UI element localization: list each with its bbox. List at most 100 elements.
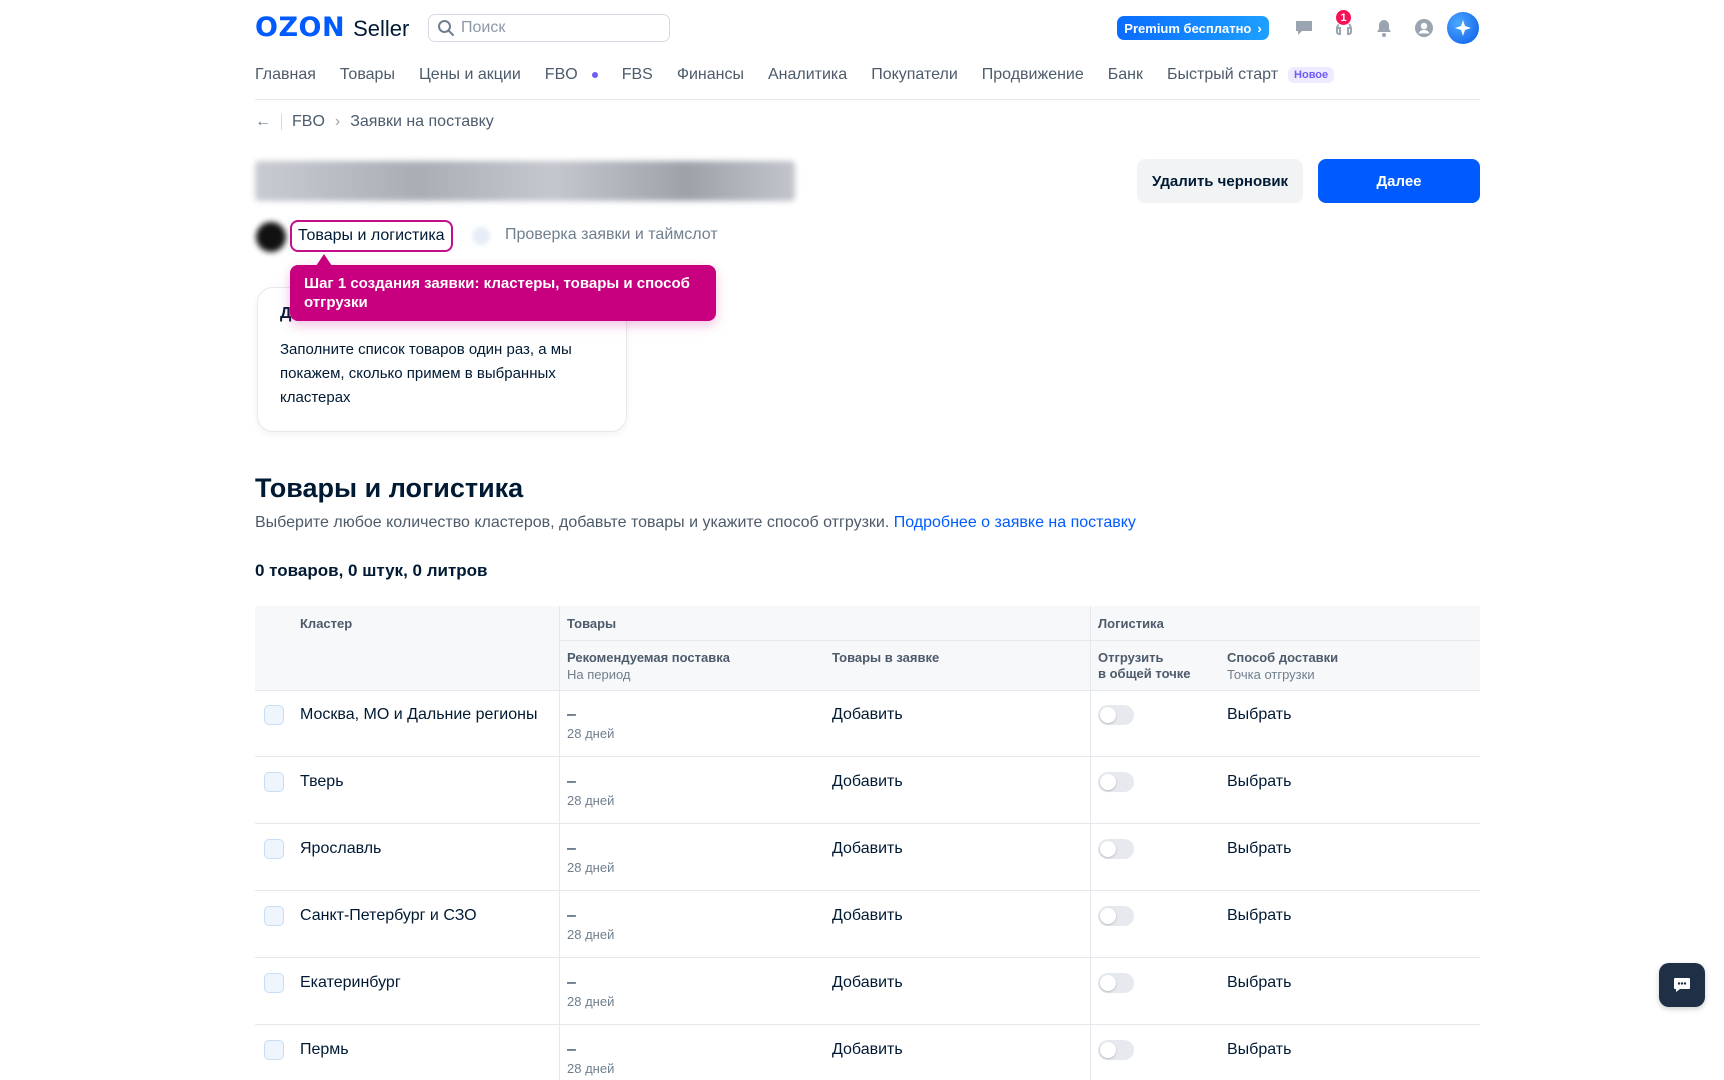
row-cluster-name: Санкт-Петербург и СЗО: [300, 907, 477, 924]
header-divider: [559, 640, 1480, 641]
nav-item-fbo[interactable]: FBO: [545, 66, 598, 84]
breadcrumb-current: Заявки на поставку: [350, 113, 494, 130]
sparkle-icon: [1455, 20, 1471, 36]
th-ship-common-1: Отгрузить: [1098, 650, 1164, 665]
support-badge: 1: [1335, 9, 1352, 26]
nav-item-promotion[interactable]: Продвижение: [982, 66, 1084, 84]
row-add-goods-button[interactable]: Добавить: [832, 706, 903, 724]
th-delivery: Способ доставки: [1227, 650, 1339, 665]
nav-divider: [255, 99, 1480, 100]
nav-item-buyers[interactable]: Покупатели: [871, 66, 958, 84]
row-add-goods-button[interactable]: Добавить: [832, 840, 903, 858]
th-cluster: Кластер: [300, 616, 353, 631]
logo-product: Seller: [353, 16, 410, 41]
nav-item-products[interactable]: Товары: [340, 66, 395, 84]
premium-label: Premium бесплатно: [1124, 20, 1252, 36]
messages-icon[interactable]: [1292, 16, 1316, 40]
table-row: [255, 825, 1480, 891]
row-choose-delivery-button[interactable]: Выбрать: [1227, 773, 1291, 791]
th-in-request: Товары в заявке: [832, 650, 940, 665]
step-1-label[interactable]: Товары и логистика: [290, 220, 453, 252]
row-choose-delivery-button[interactable]: Выбрать: [1227, 974, 1291, 992]
table-row: [255, 892, 1480, 958]
table-row: [255, 691, 1480, 757]
th-logistics: Логистика: [1098, 616, 1164, 631]
row-recommended-value: –: [567, 1041, 576, 1058]
premium-button[interactable]: Premium бесплатно ›: [1117, 16, 1269, 40]
row-add-goods-button[interactable]: Добавить: [832, 773, 903, 791]
nav-item-fbs[interactable]: FBS: [622, 66, 653, 84]
row-period: 28 дней: [567, 994, 615, 1009]
page-title-blurred: [255, 161, 795, 201]
chat-icon: [1674, 978, 1690, 992]
chat-button[interactable]: [1659, 963, 1705, 1007]
row-checkbox[interactable]: [264, 1040, 284, 1060]
table-row: [255, 959, 1480, 1025]
nav-item-quick-start[interactable]: Быстрый старт Новое: [1167, 66, 1335, 84]
row-cluster-name: Пермь: [300, 1041, 349, 1058]
row-choose-delivery-button[interactable]: Выбрать: [1227, 907, 1291, 925]
info-card-text: Заполните список товаров один раз, а мы …: [280, 341, 572, 406]
th-recommended-sub: На период: [567, 667, 631, 682]
nav-item-fbo-label: FBO: [544, 66, 578, 83]
step-2-label[interactable]: Проверка заявки и таймслот: [505, 226, 718, 244]
row-ship-common-toggle[interactable]: [1098, 906, 1134, 926]
section-description-text: Выберите любое количество кластеров, доб…: [255, 514, 890, 531]
row-checkbox[interactable]: [264, 839, 284, 859]
row-cluster-name: Ярославль: [300, 840, 382, 857]
row-period: 28 дней: [567, 726, 615, 741]
nav-item-bank[interactable]: Банк: [1108, 66, 1143, 84]
row-add-goods-button[interactable]: Добавить: [832, 974, 903, 992]
row-ship-common-toggle[interactable]: [1098, 973, 1134, 993]
row-recommended-value: –: [567, 840, 576, 857]
search-icon: [438, 20, 454, 36]
fbo-indicator-dot: [591, 72, 598, 78]
nav-item-finance[interactable]: Финансы: [677, 66, 744, 84]
chevron-right-icon: ›: [334, 113, 341, 130]
table-row: [255, 758, 1480, 824]
row-period: 28 дней: [567, 927, 615, 942]
nav-item-prices[interactable]: Цены и акции: [419, 66, 521, 84]
row-period: 28 дней: [567, 793, 615, 808]
breadcrumb-separator: [281, 114, 282, 130]
row-cluster-name: Тверь: [300, 773, 344, 790]
row-checkbox[interactable]: [264, 772, 284, 792]
onboarding-tooltip: Шаг 1 создания заявки: кластеры, товары …: [290, 265, 716, 321]
th-goods: Товары: [567, 616, 617, 631]
row-add-goods-button[interactable]: Добавить: [832, 1041, 903, 1059]
row-ship-common-toggle[interactable]: [1098, 839, 1134, 859]
new-badge: Новое: [1288, 67, 1335, 83]
row-ship-common-toggle[interactable]: [1098, 705, 1134, 725]
row-ship-common-toggle[interactable]: [1098, 1040, 1134, 1060]
breadcrumb-parent[interactable]: FBO: [292, 113, 325, 131]
nav-item-home[interactable]: Главная: [255, 66, 316, 84]
row-choose-delivery-button[interactable]: Выбрать: [1227, 706, 1291, 724]
logo-brand: OZON: [255, 12, 346, 43]
step-1-indicator: [256, 222, 286, 252]
row-ship-common-toggle[interactable]: [1098, 772, 1134, 792]
ai-assistant-button[interactable]: [1447, 12, 1479, 44]
logo[interactable]: OZON Seller: [255, 12, 409, 43]
row-checkbox[interactable]: [264, 705, 284, 725]
main-nav: Главная Товары Цены и акции FBO FBS Фина…: [255, 66, 1358, 84]
th-ship-common-2: в общей точке: [1098, 666, 1191, 681]
profile-icon[interactable]: [1412, 16, 1436, 40]
row-choose-delivery-button[interactable]: Выбрать: [1227, 840, 1291, 858]
row-checkbox[interactable]: [264, 973, 284, 993]
row-choose-delivery-button[interactable]: Выбрать: [1227, 1041, 1291, 1059]
search-box[interactable]: [428, 14, 670, 42]
row-checkbox[interactable]: [264, 906, 284, 926]
chevron-right-icon: ›: [1257, 20, 1262, 36]
back-arrow-icon[interactable]: ←: [255, 113, 271, 131]
delete-draft-button[interactable]: Удалить черновик: [1137, 159, 1303, 203]
learn-more-link[interactable]: Подробнее о заявке на поставку: [894, 514, 1136, 531]
bell-icon[interactable]: [1372, 16, 1396, 40]
row-add-goods-button[interactable]: Добавить: [832, 907, 903, 925]
search-input[interactable]: [461, 19, 661, 37]
nav-item-analytics[interactable]: Аналитика: [768, 66, 847, 84]
th-recommended: Рекомендуемая поставка: [567, 650, 730, 665]
next-button[interactable]: Далее: [1318, 159, 1480, 203]
th-delivery-sub: Точка отгрузки: [1227, 667, 1315, 682]
totals-summary: 0 товаров, 0 штук, 0 литров: [255, 561, 488, 580]
section-description: Выберите любое количество кластеров, доб…: [255, 514, 1136, 532]
